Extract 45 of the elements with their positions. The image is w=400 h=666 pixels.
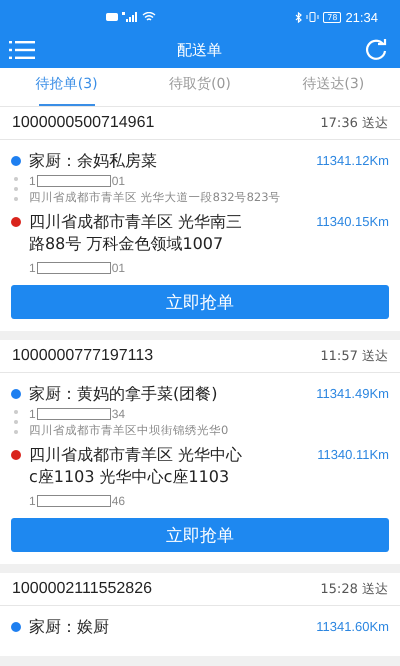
dropoff-dot xyxy=(11,450,21,460)
pickup-dot xyxy=(11,622,21,632)
dropoff-address: 四川省成都市青羊区 光华南三路88号 万科金色领域1007 xyxy=(29,211,244,255)
distance: 11340.11Km xyxy=(317,446,389,464)
page-title: 配送单 xyxy=(177,40,222,60)
distance: 11340.15Km xyxy=(316,213,389,231)
phone-number: 34 xyxy=(112,407,126,421)
refresh-icon[interactable] xyxy=(364,39,388,61)
delivery-time: 11:57 送达 xyxy=(320,348,388,365)
distance: 11341.12Km xyxy=(316,152,389,170)
delivery-time: 15:28 送达 xyxy=(320,581,388,598)
grab-order-button[interactable]: 立即抢单 xyxy=(11,285,389,319)
phone-number: 1 xyxy=(29,407,36,421)
phone-number: 1 xyxy=(29,494,36,508)
tab[interactable]: 待取货(0) xyxy=(133,68,267,106)
order-number: 1000000777197113 xyxy=(12,347,154,365)
pickup-name: 家厨：余妈私房菜 xyxy=(29,150,157,172)
pickup-dot xyxy=(11,389,21,399)
pickup-address: 四川省成都市青羊区中坝街锦绣光华0 xyxy=(29,423,230,438)
pickup-name: 家厨：娭厨 xyxy=(29,616,109,638)
delivery-time: 17:36 送达 xyxy=(320,115,388,132)
grab-order-button[interactable]: 立即抢单 xyxy=(11,518,389,552)
order-number: 1000002111552826 xyxy=(12,580,152,598)
distance: 11341.49Km xyxy=(316,385,389,403)
phone-number: 46 xyxy=(112,494,126,508)
wifi-icon xyxy=(142,12,156,22)
pickup-address: 四川省成都市青羊区 光华大道一段832号823号 xyxy=(29,190,282,205)
signal-icon xyxy=(122,12,138,22)
battery-level: 78 xyxy=(323,12,342,22)
hd-icon xyxy=(106,13,118,21)
dropoff-address: 四川省成都市青羊区 光华中心c座1103 光华中心c座1103 xyxy=(29,444,244,488)
tab[interactable]: 待送达(3) xyxy=(266,68,400,106)
pickup-name: 家厨：黄妈的拿手菜(团餐) xyxy=(29,383,218,405)
phone-number: 1 xyxy=(29,261,36,275)
pickup-dot xyxy=(11,156,21,166)
menu-icon[interactable] xyxy=(9,41,35,59)
distance: 11341.60Km xyxy=(316,618,389,636)
order-number: 1000000500714961 xyxy=(12,114,154,132)
vibrate-icon xyxy=(306,12,320,22)
phone-number: 01 xyxy=(112,261,126,275)
phone-number: 1 xyxy=(29,174,36,188)
phone-number: 01 xyxy=(112,174,126,188)
dropoff-dot xyxy=(11,217,21,227)
bluetooth-icon xyxy=(295,12,302,22)
status-time: 21:34 xyxy=(345,10,378,24)
